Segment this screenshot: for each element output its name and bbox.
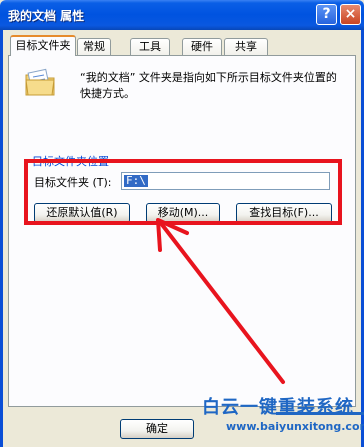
tab-hardware[interactable]: 硬件 [182, 38, 222, 55]
find-target-button[interactable]: 查找目标(F)... [236, 203, 332, 223]
tab-general[interactable]: 常规 [77, 38, 111, 55]
window-title: 我的文档 属性 [8, 9, 85, 23]
move-button[interactable]: 移动(M)... [146, 203, 220, 223]
watermark-bar [276, 412, 364, 415]
target-folder-value: F:\ [124, 174, 148, 187]
watermark-url: www.baiyunxitong.com [226, 420, 364, 433]
my-documents-folder-icon [25, 68, 55, 96]
target-folder-label: 目标文件夹 (T): [34, 176, 112, 189]
help-button[interactable]: ? [316, 4, 337, 25]
group-divider [122, 160, 340, 161]
restore-default-button[interactable]: 还原默认值(R) [34, 203, 130, 223]
folder-description: “我的文档” 文件夹是指向如下所示目标文件夹位置的快捷方式。 [80, 71, 337, 100]
ok-button[interactable]: 确定 [120, 419, 194, 439]
close-button[interactable]: × [340, 4, 361, 25]
tab-sharing[interactable]: 共享 [224, 38, 268, 55]
target-folder-input[interactable]: F:\ [121, 172, 330, 190]
tab-tools[interactable]: 工具 [130, 38, 170, 55]
group-title: 目标文件夹位置 [32, 155, 109, 168]
watermark-title: 白云一键重装系统 [202, 397, 354, 418]
tab-target-folder[interactable]: 目标文件夹 [10, 35, 76, 56]
tab-panel [8, 55, 356, 407]
title-bar[interactable]: 我的文档 属性 ? × [0, 0, 364, 30]
